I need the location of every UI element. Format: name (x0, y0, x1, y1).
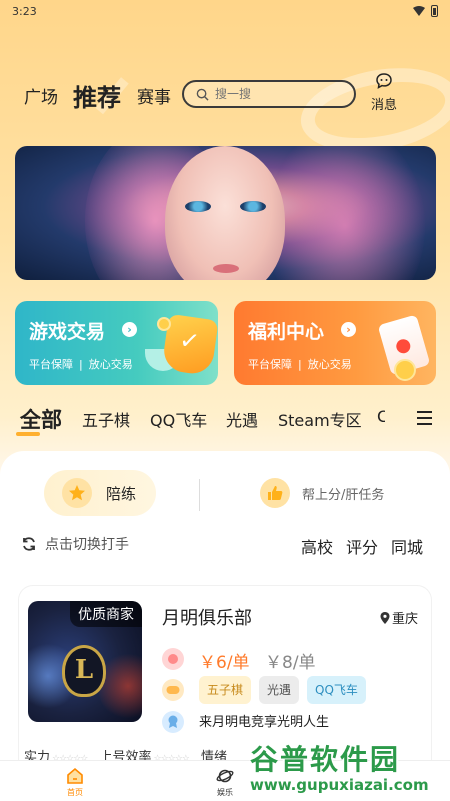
card-subtitle: 平台保障 | 放心交易 (248, 356, 352, 372)
listing-thumbnail: L 优质商家 (28, 601, 142, 722)
banner-art (240, 201, 266, 212)
watermark: 谷普软件园 www.gupuxiazai.com (250, 738, 450, 801)
category-tab-all[interactable]: 全部 (20, 404, 62, 434)
category-tab-sky[interactable]: 光遇 (226, 407, 258, 431)
shop-name: 月明俱乐部 (162, 608, 252, 629)
card-sub-item: 平台保障 (248, 358, 292, 371)
nav-entertainment-label: 娱乐 (217, 788, 233, 797)
chevron-right-icon: › (122, 322, 137, 337)
card-title: 福利中心 (248, 321, 325, 343)
card-title: 游戏交易 (29, 321, 106, 343)
message-label: 消息 (370, 98, 397, 113)
category-tab-gomoku[interactable]: 五子棋 (82, 407, 130, 431)
filter-rating[interactable]: 评分 (346, 534, 378, 558)
status-icons (413, 5, 438, 17)
separator: | (79, 358, 83, 371)
banner-art (265, 146, 425, 280)
star-icon (62, 478, 92, 508)
coin-icon (394, 359, 416, 381)
service-tab-accompany[interactable]: 陪练 (44, 470, 156, 516)
card-subtitle: 平台保障 | 放心交易 (29, 356, 133, 372)
separator: | (298, 358, 302, 371)
nav-entertainment[interactable]: 娱乐 (205, 767, 245, 798)
watermark-url: www.gupuxiazai.com (250, 776, 429, 794)
filter-nearby[interactable]: 同城 (391, 534, 423, 558)
location-text: 重庆 (392, 612, 419, 627)
price-icon (162, 648, 184, 670)
card-sub-item: 放心交易 (88, 358, 133, 371)
game-logo-icon: L (62, 645, 106, 697)
switch-player-label: 点击切换打手 (45, 537, 129, 553)
status-bar: 3:23 (0, 0, 450, 22)
message-button[interactable]: 消息 (366, 72, 402, 113)
category-tab-more[interactable]: C (377, 407, 385, 426)
banner-art (213, 264, 239, 273)
banner-art (185, 201, 211, 212)
card-sub-item: 放心交易 (307, 358, 352, 371)
tab-plaza[interactable]: 广场 (24, 83, 58, 108)
card-sub-item: 平台保障 (29, 358, 73, 371)
service-tab-label: 陪练 (106, 484, 137, 503)
price-original: ￥8/单 (265, 653, 316, 673)
game-trade-card[interactable]: 游戏交易 › 平台保障 | 放心交易 (15, 301, 218, 385)
promo-banner[interactable] (15, 146, 436, 280)
tab-recommend[interactable]: 推荐 (73, 78, 121, 113)
watermark-text: 谷普软件园 (250, 743, 401, 776)
planet-icon (216, 769, 234, 783)
filter-college[interactable]: 高校 (301, 534, 333, 558)
battery-icon (431, 5, 438, 17)
location-pin-icon (380, 611, 390, 624)
shop-slogan: 来月明电竞享光明人生 (199, 715, 330, 730)
location: 重庆 (380, 608, 418, 627)
chevron-right-icon: › (341, 322, 356, 337)
merchant-badge: 优质商家 (70, 601, 142, 627)
chat-icon (376, 73, 392, 89)
wifi-icon (413, 6, 425, 16)
coin-icon (157, 317, 171, 331)
nav-home-label: 首页 (67, 788, 83, 797)
gamepad-icon (162, 679, 184, 701)
category-tabs: 全部 五子棋 QQ飞车 光遇 Steam专区 C (0, 401, 450, 437)
menu-icon[interactable] (417, 411, 432, 425)
refresh-icon (23, 537, 35, 551)
top-nav: 广场 推荐 赛事 消息 (0, 70, 450, 120)
category-tab-qq-speed[interactable]: QQ飞车 (150, 407, 207, 431)
game-tag: QQ飞车 (307, 676, 366, 704)
service-tab-boost[interactable]: 帮上分/肝任务 (260, 470, 384, 516)
game-tag: 五子棋 (199, 676, 252, 704)
tab-events[interactable]: 赛事 (137, 83, 171, 108)
game-tag: 光遇 (259, 676, 300, 704)
service-tab-label: 帮上分/肝任务 (302, 487, 385, 503)
welfare-center-card[interactable]: 福利中心 › 平台保障 | 放心交易 (234, 301, 436, 385)
search-input[interactable] (215, 87, 335, 101)
banner-art (165, 146, 285, 280)
medal-icon (162, 711, 184, 733)
search-box[interactable] (182, 80, 356, 108)
nav-home[interactable]: 首页 (55, 767, 95, 798)
search-icon (196, 88, 209, 101)
active-tab-indicator (16, 432, 40, 436)
divider (199, 479, 200, 511)
price-current: ￥6/单 (199, 653, 250, 673)
category-tab-steam[interactable]: Steam专区 (278, 407, 362, 431)
status-time: 3:23 (12, 4, 37, 18)
thumbs-up-icon (260, 478, 290, 508)
switch-player-button[interactable]: 点击切换打手 (21, 534, 129, 554)
home-icon (67, 767, 83, 784)
